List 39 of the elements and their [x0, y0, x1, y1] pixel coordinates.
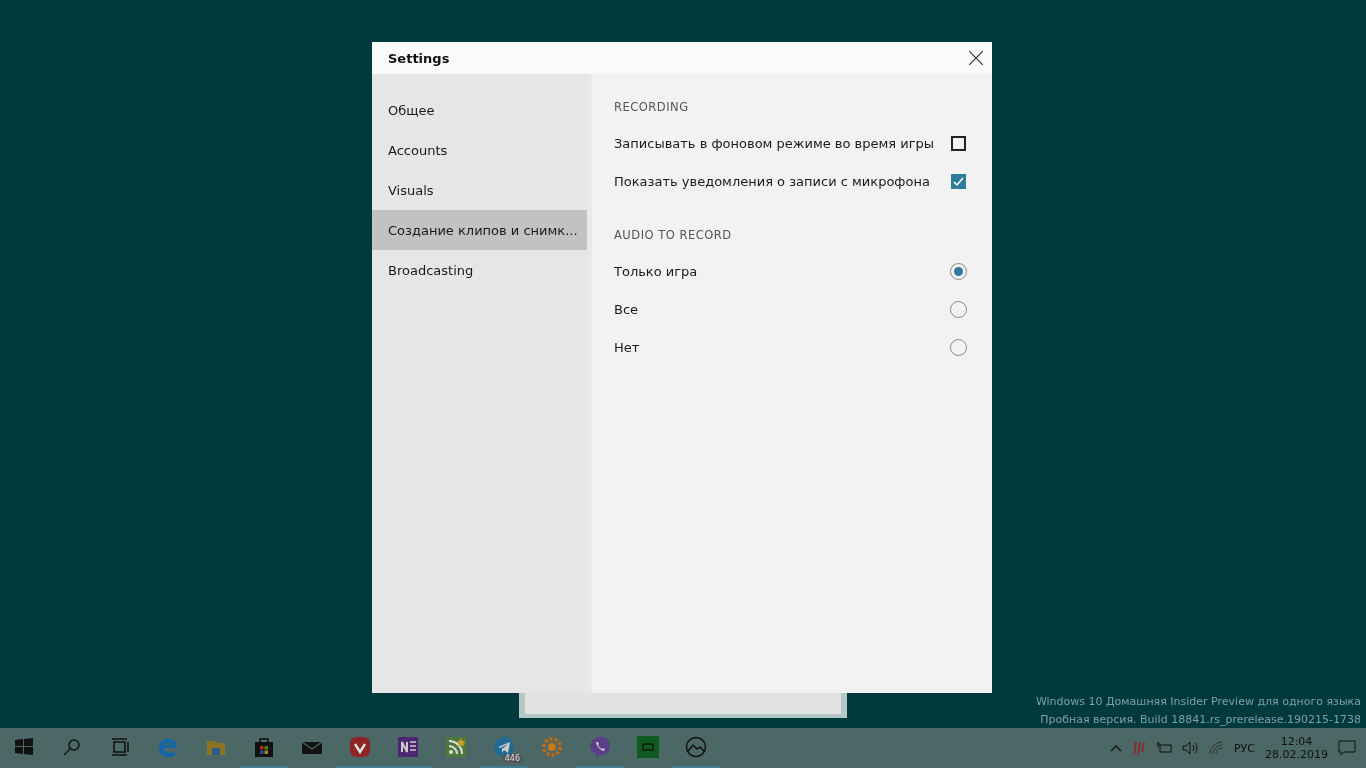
sidebar-item[interactable]: Accounts — [372, 130, 587, 170]
checkbox[interactable] — [951, 135, 966, 151]
viber-icon — [589, 736, 611, 758]
watermark-text: Пробная версия. Build 18841.rs_prerelease.190215-1738 — [1040, 712, 1361, 728]
task-view-icon — [109, 736, 131, 758]
watermark-text: Windows 10 Домашняя Insider Preview для одного языка — [1035, 694, 1361, 710]
checkbox[interactable] — [951, 173, 966, 189]
section-heading: AUDIO TO RECORD — [614, 228, 733, 242]
shopping-bag-icon — [253, 736, 275, 758]
gear-icon — [541, 736, 563, 758]
speaker-icon[interactable] — [1182, 741, 1198, 755]
taskbar-button[interactable]: 446 — [480, 728, 528, 768]
battery-icon[interactable] — [1156, 742, 1172, 754]
section-heading: RECORDING — [614, 100, 690, 114]
wifi-icon[interactable] — [1208, 741, 1224, 755]
option-label: Записывать в фоновом режиме во время игры — [614, 135, 935, 151]
close-icon — [969, 51, 983, 65]
edge-icon — [157, 736, 179, 758]
onenote-icon — [397, 736, 419, 758]
photos-icon — [685, 736, 707, 758]
windows-logo-icon — [13, 736, 35, 758]
option-label: Все — [614, 301, 639, 317]
dialog-title: Settings — [388, 50, 450, 66]
notification-icon[interactable] — [1338, 740, 1356, 756]
date-text: 28.02.2019 — [1265, 748, 1328, 761]
search-icon — [61, 736, 83, 758]
chevron-up-icon[interactable] — [1110, 744, 1122, 752]
badge: 446 — [502, 754, 522, 763]
sidebar-item[interactable]: Broadcasting — [372, 250, 587, 290]
vivaldi-icon — [349, 736, 371, 758]
sidebar-item[interactable]: Создание клипов и снимк... — [372, 210, 587, 250]
option-label: Только игра — [614, 263, 698, 279]
sidebar-item[interactable]: Visuals — [372, 170, 587, 210]
time-text: 12:04 — [1280, 735, 1313, 748]
app-tile-icon — [637, 736, 659, 758]
option-label: Нет — [614, 339, 640, 355]
rss-reader-icon — [445, 736, 467, 758]
option-label: Показать уведомления о записи с микрофона — [614, 173, 930, 189]
sidebar-item[interactable]: Общее — [372, 90, 587, 130]
